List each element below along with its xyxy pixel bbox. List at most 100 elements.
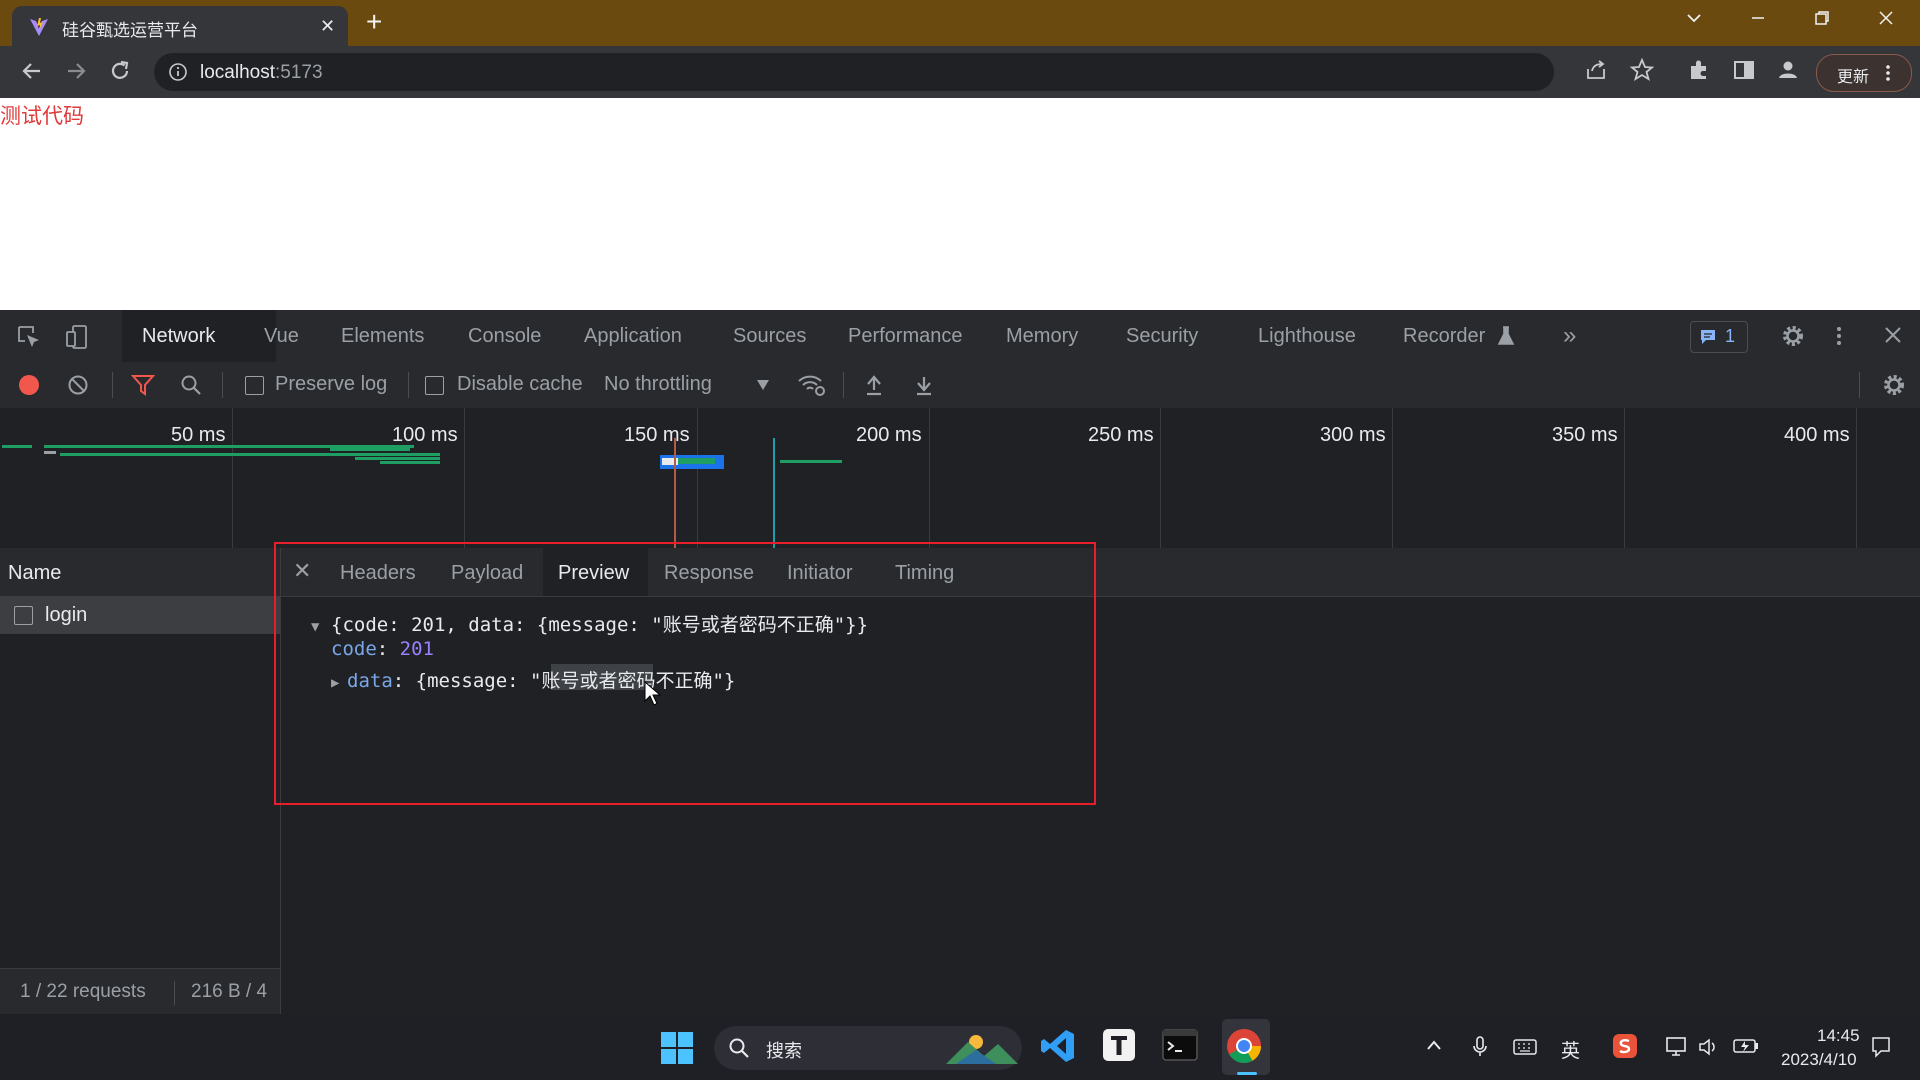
network-icon[interactable] xyxy=(1666,1036,1690,1058)
volume-icon[interactable] xyxy=(1698,1036,1722,1058)
disable-cache-checkbox[interactable] xyxy=(425,376,444,395)
update-label: 更新 xyxy=(1837,69,1870,86)
request-name: login xyxy=(45,604,88,626)
export-har-icon[interactable] xyxy=(914,374,934,396)
network-settings-gear-icon[interactable] xyxy=(1881,372,1907,398)
tab-close-icon[interactable]: ✕ xyxy=(320,16,335,37)
battery-icon[interactable] xyxy=(1733,1037,1759,1055)
clock-date[interactable]: 2023/4/10 xyxy=(1781,1050,1857,1070)
name-column-header[interactable]: Name xyxy=(0,548,280,597)
clear-icon[interactable] xyxy=(67,374,89,396)
tab-memory[interactable]: Memory xyxy=(1006,325,1078,348)
tab-console[interactable]: Console xyxy=(468,325,541,348)
new-tab-button[interactable]: + xyxy=(366,8,382,36)
clock-time[interactable]: 14:45 xyxy=(1817,1026,1860,1046)
forward-arrow-icon[interactable] xyxy=(62,57,90,85)
toolbar-separator xyxy=(408,372,409,398)
network-conditions-icon[interactable] xyxy=(797,373,827,397)
preserve-log-label: Preserve log xyxy=(275,373,388,395)
update-button[interactable]: 更新 xyxy=(1816,54,1912,92)
tab-performance[interactable]: Performance xyxy=(848,325,963,348)
devtools-tab-bar: Network Vue Elements Console Application… xyxy=(0,310,1920,363)
annotation-highlight-box xyxy=(274,542,1096,805)
tab-vue[interactable]: Vue xyxy=(264,325,299,348)
toolbar-separator xyxy=(1859,372,1860,398)
tab-security[interactable]: Security xyxy=(1126,325,1198,348)
more-tabs-icon[interactable]: » xyxy=(1563,322,1576,350)
site-info-icon[interactable] xyxy=(168,62,188,82)
toolbar-separator xyxy=(112,372,113,398)
network-toolbar: Preserve log Disable cache No throttling xyxy=(0,362,1920,409)
tab-search-icon[interactable] xyxy=(1684,8,1704,28)
notification-icon[interactable] xyxy=(1870,1036,1892,1058)
url-text: localhost:5173 xyxy=(200,62,323,84)
profile-icon[interactable] xyxy=(1775,57,1801,83)
minimize-icon[interactable] xyxy=(1748,8,1768,28)
browser-tab-bar: 硅谷甄选运营平台 ✕ + xyxy=(0,0,1920,46)
restore-icon[interactable] xyxy=(1812,8,1832,28)
search-icon[interactable] xyxy=(180,374,202,396)
tab-recorder[interactable]: Recorder xyxy=(1403,325,1485,348)
share-icon[interactable] xyxy=(1584,57,1610,83)
toolbar-separator xyxy=(222,372,223,398)
close-devtools-icon[interactable] xyxy=(1883,325,1903,345)
taskbar-search[interactable]: 搜索 xyxy=(714,1026,1022,1070)
ime-indicator[interactable]: 英 xyxy=(1561,1036,1580,1063)
record-icon[interactable] xyxy=(18,374,40,396)
tab-title: 硅谷甄选运营平台 xyxy=(62,21,198,40)
terminal-icon[interactable] xyxy=(1162,1029,1198,1061)
windows-start-icon[interactable] xyxy=(660,1031,694,1065)
reload-icon[interactable] xyxy=(106,57,134,85)
network-status-bar: 1 / 22 requests 216 B / 4 xyxy=(0,968,280,1015)
chevron-up-icon[interactable] xyxy=(1426,1038,1442,1052)
preserve-log-checkbox[interactable] xyxy=(245,376,264,395)
search-label: 搜索 xyxy=(766,1041,802,1061)
import-har-icon[interactable] xyxy=(864,374,884,396)
tab-sources[interactable]: Sources xyxy=(733,325,806,348)
keyboard-icon[interactable] xyxy=(1513,1039,1537,1055)
status-separator xyxy=(174,981,175,1005)
filter-icon[interactable] xyxy=(131,374,155,396)
sogou-icon[interactable] xyxy=(1612,1033,1638,1059)
microphone-icon[interactable] xyxy=(1472,1036,1488,1058)
page-viewport: 测试代码 xyxy=(0,98,1920,310)
vscode-icon[interactable] xyxy=(1040,1028,1076,1064)
name-column-label: Name xyxy=(8,562,62,584)
transfer-size: 216 B / 4 xyxy=(191,981,268,1002)
back-arrow-icon[interactable] xyxy=(18,57,46,85)
search-icon xyxy=(728,1037,750,1059)
menu-dots-icon xyxy=(1885,63,1891,83)
typora-icon[interactable] xyxy=(1102,1028,1136,1062)
extensions-icon[interactable] xyxy=(1686,57,1712,83)
more-options-icon[interactable] xyxy=(1835,324,1843,348)
url-host: localhost xyxy=(200,62,275,83)
close-window-icon[interactable] xyxy=(1876,8,1896,28)
inspect-element-icon[interactable] xyxy=(16,324,42,350)
side-panel-icon[interactable] xyxy=(1731,57,1757,83)
url-port: :5173 xyxy=(275,62,323,83)
network-overview-timeline[interactable]: 50 ms 100 ms 150 ms 200 ms 250 ms 300 ms… xyxy=(0,408,1920,549)
throttling-select[interactable]: No throttling xyxy=(604,373,712,396)
toolbar-separator xyxy=(843,372,844,398)
settings-gear-icon[interactable] xyxy=(1780,323,1806,349)
page-test-text: 测试代码 xyxy=(0,105,84,128)
vite-favicon-icon xyxy=(28,16,50,38)
issues-badge[interactable]: 1 xyxy=(1690,321,1748,353)
tab-network[interactable]: Network xyxy=(142,325,215,348)
issues-count: 1 xyxy=(1725,326,1736,346)
tab-elements[interactable]: Elements xyxy=(341,325,424,348)
request-row-login[interactable]: login xyxy=(0,596,280,634)
timeline-request-bars xyxy=(2,438,842,548)
chrome-icon[interactable] xyxy=(1226,1028,1262,1064)
tab-application[interactable]: Application xyxy=(584,325,682,348)
search-highlight-image-icon xyxy=(946,1030,1018,1066)
tab-lighthouse[interactable]: Lighthouse xyxy=(1258,325,1356,348)
address-bar[interactable]: localhost:5173 xyxy=(154,53,1554,91)
device-toolbar-icon[interactable] xyxy=(64,324,90,350)
request-list: Name login 1 / 22 requests 216 B / 4 xyxy=(0,548,281,1015)
bookmark-star-icon[interactable] xyxy=(1629,57,1655,83)
dropdown-arrow-icon[interactable] xyxy=(756,379,770,391)
flask-icon xyxy=(1497,326,1515,346)
browser-toolbar: localhost:5173 更新 xyxy=(0,46,1920,98)
browser-tab-active[interactable]: 硅谷甄选运营平台 ✕ xyxy=(12,6,348,46)
